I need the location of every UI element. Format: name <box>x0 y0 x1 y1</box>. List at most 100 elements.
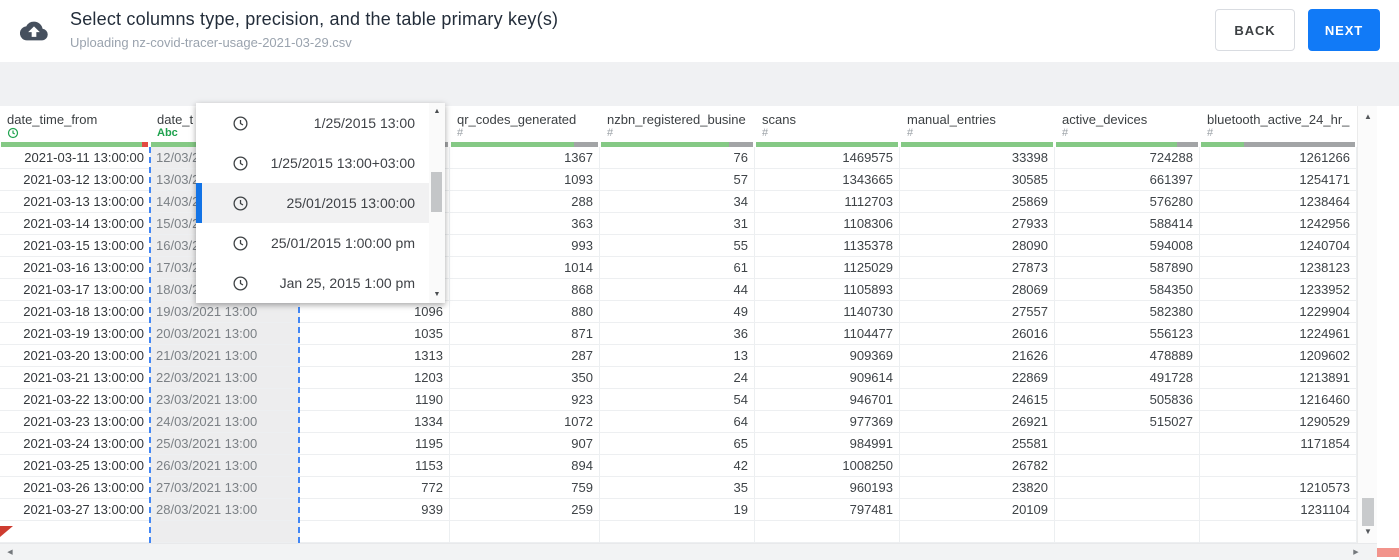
table-cell[interactable]: 1093 <box>450 169 600 190</box>
table-cell[interactable]: 1203 <box>300 367 450 388</box>
table-cell[interactable]: 1195 <box>300 433 450 454</box>
table-cell[interactable]: 772 <box>300 477 450 498</box>
table-cell[interactable]: 55 <box>600 235 755 256</box>
table-cell[interactable]: 2021-03-13 13:00:00 <box>0 191 150 212</box>
table-cell[interactable]: 576280 <box>1055 191 1200 212</box>
table-cell[interactable]: 28/03/2021 13:00 <box>150 499 300 520</box>
table-cell[interactable]: 1210573 <box>1200 477 1357 498</box>
table-cell[interactable]: 584350 <box>1055 279 1200 300</box>
table-cell[interactable]: 21/03/2021 13:00 <box>150 345 300 366</box>
table-cell[interactable]: 35 <box>600 477 755 498</box>
table-cell[interactable]: 1469575 <box>755 147 900 168</box>
column-header-bluetooth_active_24_hr_[interactable]: bluetooth_active_24_hr_ # <box>1200 106 1357 147</box>
table-cell[interactable]: 1190 <box>300 389 450 410</box>
table-cell[interactable]: 1233952 <box>1200 279 1357 300</box>
table-cell[interactable]: 984991 <box>755 433 900 454</box>
column-header-active_devices[interactable]: active_devices # <box>1055 106 1200 147</box>
column-header-scans[interactable]: scans # <box>755 106 900 147</box>
table-cell[interactable]: 2021-03-17 13:00:00 <box>0 279 150 300</box>
table-cell[interactable]: 1313 <box>300 345 450 366</box>
table-cell[interactable]: 2021-03-24 13:00:00 <box>0 433 150 454</box>
table-cell[interactable]: 27873 <box>900 257 1055 278</box>
table-cell[interactable]: 977369 <box>755 411 900 432</box>
table-cell[interactable]: 25869 <box>900 191 1055 212</box>
horizontal-scrollbar[interactable]: ◀ ▶ <box>0 543 1377 560</box>
table-cell[interactable]: 1224961 <box>1200 323 1357 344</box>
table-cell[interactable]: 1072 <box>450 411 600 432</box>
column-header-manual_entries[interactable]: manual_entries # <box>900 106 1055 147</box>
table-cell[interactable]: 363 <box>450 213 600 234</box>
table-cell[interactable]: 1035 <box>300 323 450 344</box>
table-cell[interactable]: 259 <box>450 499 600 520</box>
table-cell[interactable]: 20/03/2021 13:00 <box>150 323 300 344</box>
dropdown-option-selected[interactable]: 25/01/2015 13:00:00 <box>196 183 429 223</box>
table-cell[interactable]: 1096 <box>300 301 450 322</box>
table-cell[interactable]: 25581 <box>900 433 1055 454</box>
table-cell[interactable]: 1240704 <box>1200 235 1357 256</box>
table-cell[interactable]: 1014 <box>450 257 600 278</box>
vertical-scrollbar[interactable]: ▲ ▼ <box>1357 106 1377 543</box>
table-cell[interactable]: 1254171 <box>1200 169 1357 190</box>
table-cell[interactable]: 909614 <box>755 367 900 388</box>
table-cell[interactable]: 2021-03-25 13:00:00 <box>0 455 150 476</box>
table-cell[interactable]: 49 <box>600 301 755 322</box>
table-cell[interactable]: 2021-03-16 13:00:00 <box>0 257 150 278</box>
table-cell[interactable]: 2021-03-12 13:00:00 <box>0 169 150 190</box>
table-cell[interactable]: 868 <box>450 279 600 300</box>
table-cell[interactable]: 22869 <box>900 367 1055 388</box>
table-cell[interactable] <box>600 521 755 542</box>
table-cell[interactable]: 1238464 <box>1200 191 1357 212</box>
table-cell[interactable]: 515027 <box>1055 411 1200 432</box>
vertical-scrollbar-thumb[interactable] <box>1362 498 1374 526</box>
table-cell[interactable]: 2021-03-14 13:00:00 <box>0 213 150 234</box>
table-cell[interactable]: 587890 <box>1055 257 1200 278</box>
table-cell[interactable]: 1008250 <box>755 455 900 476</box>
dropdown-scrollbar-thumb[interactable] <box>431 172 442 212</box>
table-cell[interactable]: 2021-03-23 13:00:00 <box>0 411 150 432</box>
table-cell[interactable]: 478889 <box>1055 345 1200 366</box>
table-cell[interactable]: 23/03/2021 13:00 <box>150 389 300 410</box>
table-cell[interactable]: 1171854 <box>1200 433 1357 454</box>
dropdown-option[interactable]: 1/25/2015 13:00 <box>196 103 429 143</box>
table-cell[interactable]: 21626 <box>900 345 1055 366</box>
table-cell[interactable]: 57 <box>600 169 755 190</box>
table-cell[interactable]: 2021-03-18 13:00:00 <box>0 301 150 322</box>
table-cell[interactable] <box>300 521 450 542</box>
table-cell[interactable]: 582380 <box>1055 301 1200 322</box>
table-cell[interactable]: 2021-03-15 13:00:00 <box>0 235 150 256</box>
table-cell[interactable]: 1343665 <box>755 169 900 190</box>
table-cell[interactable]: 1112703 <box>755 191 900 212</box>
table-cell[interactable] <box>1055 521 1200 542</box>
table-cell[interactable] <box>1055 477 1200 498</box>
table-cell[interactable]: 2021-03-27 13:00:00 <box>0 499 150 520</box>
dropdown-option[interactable]: 1/25/2015 13:00+03:00 <box>196 143 429 183</box>
table-cell[interactable]: 64 <box>600 411 755 432</box>
table-cell[interactable]: 26782 <box>900 455 1055 476</box>
table-cell[interactable]: 2021-03-11 13:00:00 <box>0 147 150 168</box>
table-cell[interactable]: 26921 <box>900 411 1055 432</box>
table-cell[interactable]: 28090 <box>900 235 1055 256</box>
table-cell[interactable]: 1135378 <box>755 235 900 256</box>
table-cell[interactable]: 880 <box>450 301 600 322</box>
table-cell[interactable]: 61 <box>600 257 755 278</box>
table-cell[interactable]: 27557 <box>900 301 1055 322</box>
table-cell[interactable]: 1213891 <box>1200 367 1357 388</box>
dropdown-option[interactable]: 25/01/2015 1:00:00 pm <box>196 223 429 263</box>
scroll-left-arrow-icon[interactable]: ◀ <box>2 544 18 560</box>
table-cell[interactable]: 2021-03-22 13:00:00 <box>0 389 150 410</box>
table-cell[interactable]: 907 <box>450 433 600 454</box>
table-cell[interactable]: 28069 <box>900 279 1055 300</box>
table-cell[interactable]: 797481 <box>755 499 900 520</box>
table-cell[interactable] <box>150 521 300 542</box>
table-cell[interactable] <box>1055 433 1200 454</box>
table-cell[interactable]: 894 <box>450 455 600 476</box>
table-cell[interactable]: 24/03/2021 13:00 <box>150 411 300 432</box>
table-cell[interactable]: 76 <box>600 147 755 168</box>
table-cell[interactable]: 30585 <box>900 169 1055 190</box>
column-header-date_time_from[interactable]: date_time_from <box>0 106 150 147</box>
table-cell[interactable]: 22/03/2021 13:00 <box>150 367 300 388</box>
table-cell[interactable]: 24 <box>600 367 755 388</box>
table-cell[interactable]: 54 <box>600 389 755 410</box>
table-cell[interactable]: 26/03/2021 13:00 <box>150 455 300 476</box>
table-cell[interactable]: 993 <box>450 235 600 256</box>
